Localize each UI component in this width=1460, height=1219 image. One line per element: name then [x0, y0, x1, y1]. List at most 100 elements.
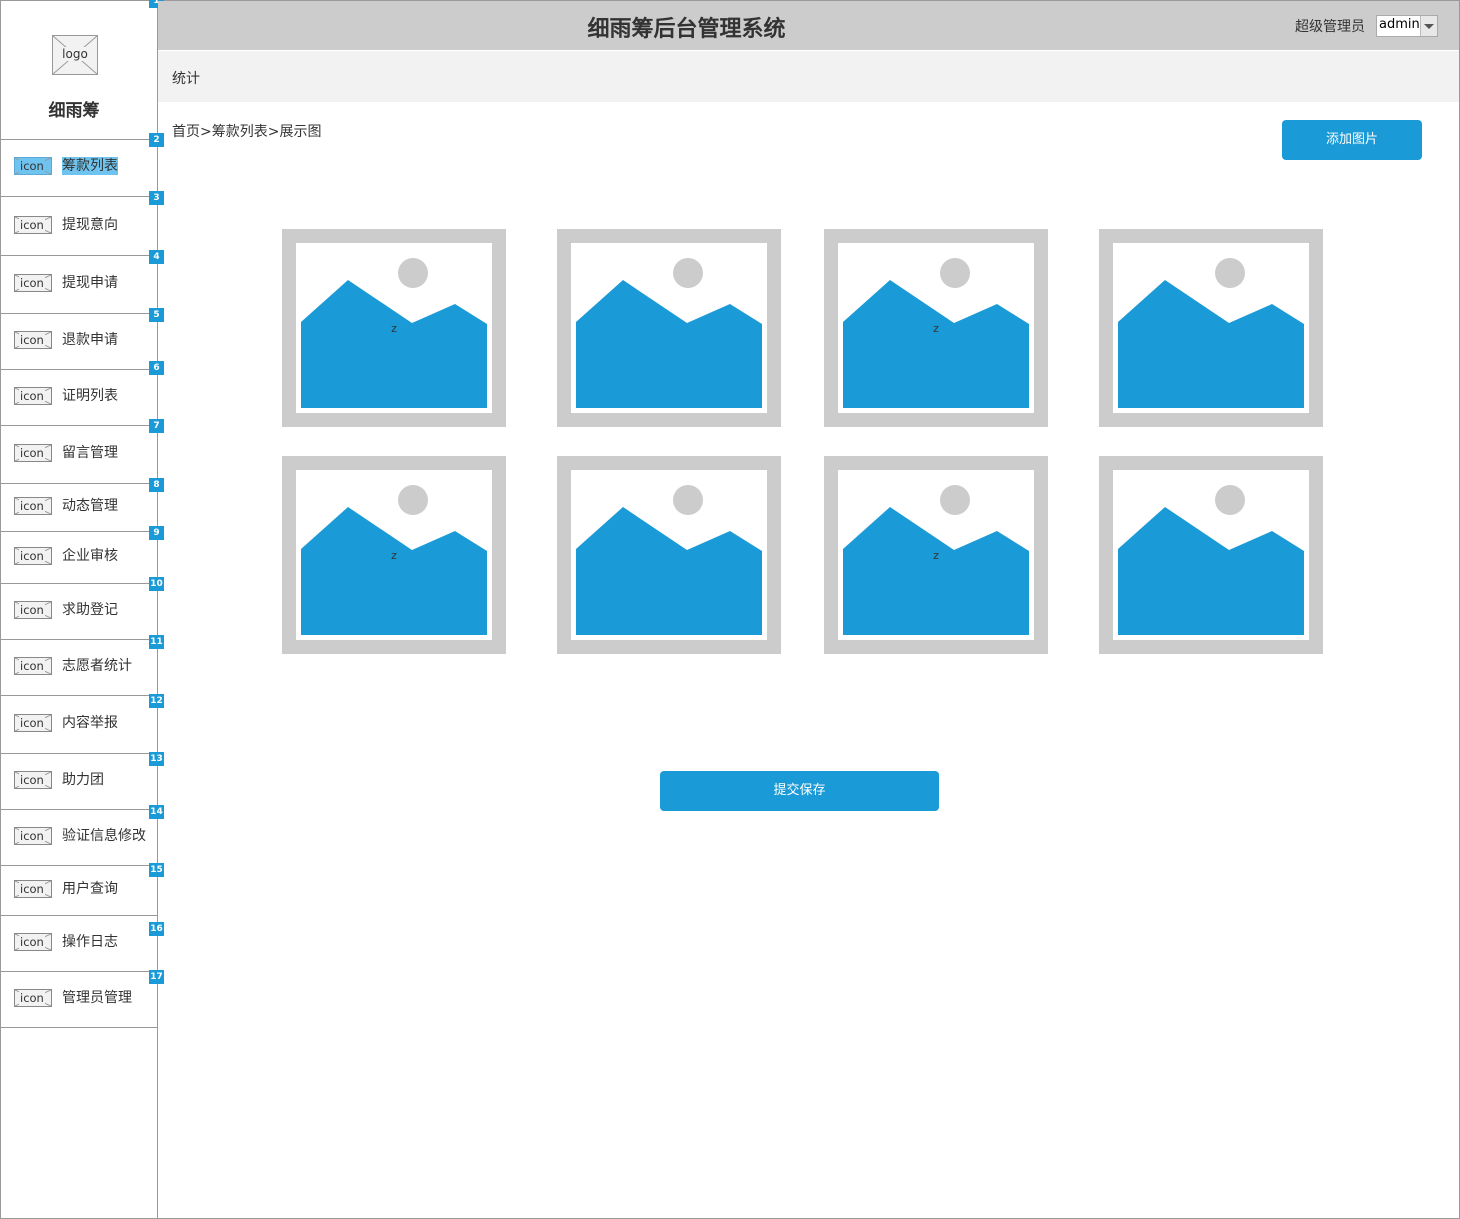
nav-icon: icon	[14, 933, 52, 951]
brand-name: 细雨筹	[48, 101, 100, 121]
sidebar-item-label: 求助登记	[62, 602, 118, 618]
sidebar-item-2[interactable]: icon 提现意向	[1, 197, 157, 256]
sidebar-item-label: 管理员管理	[62, 990, 132, 1006]
sidebar-item-14[interactable]: icon 用户查询	[1, 866, 157, 916]
annotation-marker: 6	[149, 361, 164, 375]
sidebar-item-5[interactable]: icon 证明列表	[1, 370, 157, 426]
user-select[interactable]: admin	[1376, 15, 1438, 37]
subbar-tab-statistics[interactable]: 统计	[172, 68, 200, 88]
annotation-marker: 11	[149, 635, 164, 649]
sidebar-item-3[interactable]: icon 提现申请	[1, 256, 157, 314]
annotation-marker: 17	[149, 970, 164, 984]
sidebar-item-8[interactable]: icon 企业审核	[1, 532, 157, 584]
nav-icon: icon	[14, 880, 52, 898]
nav-icon: icon	[14, 497, 52, 515]
icon-placeholder-text: icon	[19, 773, 45, 787]
annotation-marker: 15	[149, 863, 164, 877]
gallery-image[interactable]: z	[824, 456, 1048, 654]
nav-icon: icon	[14, 331, 52, 349]
sidebar-item-13[interactable]: icon 验证信息修改	[1, 810, 157, 866]
logo-area: logo 细雨筹	[1, 1, 157, 140]
sidebar-item-6[interactable]: icon 留言管理	[1, 426, 157, 484]
sidebar-item-label: 筹款列表	[62, 157, 118, 175]
icon-placeholder-text: icon	[19, 276, 45, 290]
nav-icon: icon	[14, 157, 52, 175]
image-placeholder-icon	[1113, 470, 1309, 640]
sidebar-item-label: 用户查询	[62, 881, 118, 897]
image-placeholder-icon: z	[296, 243, 492, 413]
annotation-marker: 9	[149, 526, 164, 540]
logo-image: logo	[52, 35, 98, 75]
image-caption: z	[391, 322, 397, 335]
nav-icon: icon	[14, 387, 52, 405]
annotation-marker: 13	[149, 752, 164, 766]
gallery-image[interactable]	[557, 229, 781, 427]
page-title: 细雨筹后台管理系统	[587, 17, 786, 42]
sidebar-item-12[interactable]: icon 助力团	[1, 754, 157, 810]
sidebar-item-label: 提现意向	[62, 217, 118, 233]
gallery-image[interactable]: z	[282, 456, 506, 654]
sidebar-item-label: 助力团	[62, 772, 104, 788]
sidebar-item-label: 提现申请	[62, 275, 118, 291]
sidebar-item-4[interactable]: icon 退款申请	[1, 314, 157, 370]
nav-icon: icon	[14, 989, 52, 1007]
sidebar-item-label: 志愿者统计	[62, 658, 132, 674]
breadcrumb: 首页>筹款列表>展示图	[172, 124, 322, 140]
nav-icon: icon	[14, 547, 52, 565]
nav-icon: icon	[14, 827, 52, 845]
submit-save-button[interactable]: 提交保存	[660, 771, 939, 811]
sidebar-item-16[interactable]: icon 管理员管理	[1, 972, 157, 1028]
gallery-image[interactable]: z	[824, 229, 1048, 427]
annotation-marker: 3	[149, 191, 164, 205]
sidebar-item-1[interactable]: icon 筹款列表	[1, 139, 157, 197]
sidebar-item-label: 留言管理	[62, 445, 118, 461]
icon-placeholder-text: icon	[19, 159, 45, 173]
icon-placeholder-text: icon	[19, 389, 45, 403]
annotation-marker: 10	[149, 577, 164, 591]
logo-text: logo	[53, 47, 97, 61]
annotation-marker: 2	[149, 133, 164, 147]
nav-icon: icon	[14, 274, 52, 292]
sidebar-item-11[interactable]: icon 内容举报	[1, 696, 157, 754]
chevron-down-icon	[1424, 24, 1434, 29]
icon-placeholder-text: icon	[19, 499, 45, 513]
icon-placeholder-text: icon	[19, 446, 45, 460]
icon-placeholder-text: icon	[19, 603, 45, 617]
annotation-marker: 16	[149, 922, 164, 936]
image-placeholder-icon	[571, 470, 767, 640]
image-caption: z	[391, 549, 397, 562]
nav-icon: icon	[14, 444, 52, 462]
icon-placeholder-text: icon	[19, 549, 45, 563]
annotation-marker: 7	[149, 419, 164, 433]
icon-placeholder-text: icon	[19, 882, 45, 896]
nav-icon: icon	[14, 216, 52, 234]
icon-placeholder-text: icon	[19, 935, 45, 949]
dropdown-toggle[interactable]	[1420, 16, 1437, 36]
sidebar-item-9[interactable]: icon 求助登记	[1, 584, 157, 640]
annotation-marker: 14	[149, 805, 164, 819]
icon-placeholder-text: icon	[19, 991, 45, 1005]
sidebar-item-label: 证明列表	[62, 388, 118, 404]
sub-navbar: 统计	[158, 51, 1459, 102]
add-image-button[interactable]: 添加图片	[1282, 120, 1422, 160]
nav-icon: icon	[14, 601, 52, 619]
icon-placeholder-text: icon	[19, 659, 45, 673]
icon-placeholder-text: icon	[19, 716, 45, 730]
sidebar-item-label: 内容举报	[62, 715, 118, 731]
gallery-image[interactable]	[1099, 229, 1323, 427]
image-placeholder-icon: z	[296, 470, 492, 640]
nav-icon: icon	[14, 657, 52, 675]
sidebar-item-10[interactable]: icon 志愿者统计	[1, 640, 157, 696]
image-placeholder-icon: z	[838, 243, 1034, 413]
user-select-value: admin	[1379, 17, 1420, 32]
nav-icon: icon	[14, 771, 52, 789]
sidebar-item-7[interactable]: icon 动态管理	[1, 484, 157, 532]
gallery-image[interactable]: z	[282, 229, 506, 427]
annotation-marker: 8	[149, 478, 164, 492]
gallery-image[interactable]	[557, 456, 781, 654]
sidebar-item-label: 操作日志	[62, 934, 118, 950]
gallery-image[interactable]	[1099, 456, 1323, 654]
annotation-marker: 5	[149, 308, 164, 322]
image-placeholder-icon: z	[838, 470, 1034, 640]
sidebar-item-15[interactable]: icon 操作日志	[1, 916, 157, 972]
